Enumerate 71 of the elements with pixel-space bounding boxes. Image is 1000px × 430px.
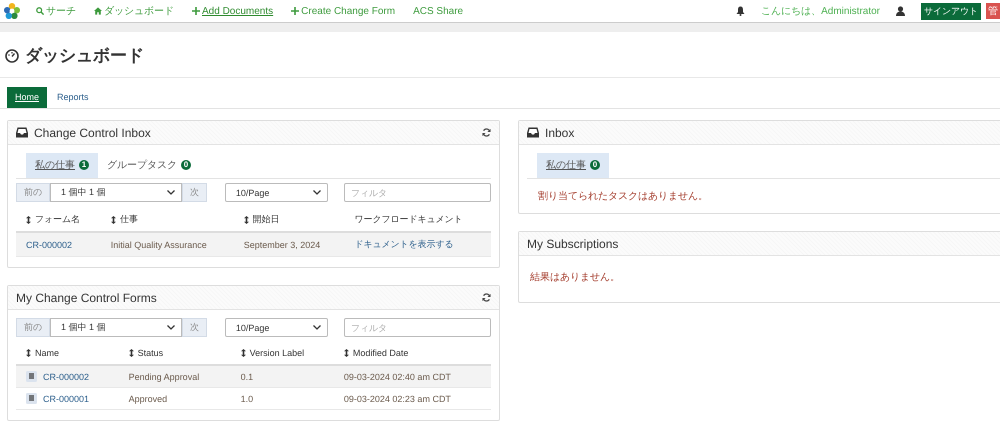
table-cell: Approved [128, 394, 168, 404]
document-icon[interactable] [26, 393, 37, 404]
empty-message: 結果はありません。 [529, 271, 621, 284]
plus-icon [192, 7, 200, 15]
sort-icon [344, 349, 349, 357]
inbox-icon [527, 127, 539, 138]
refresh-icon[interactable] [482, 128, 491, 137]
tab[interactable]: Home [7, 87, 48, 108]
nav-link[interactable]: サーチ [36, 4, 76, 18]
page-title: ダッシュボード [25, 45, 144, 67]
home-icon [94, 7, 102, 15]
sort-icon [244, 216, 249, 224]
nav-link[interactable]: Add Documents [192, 6, 274, 16]
inbox-icon [16, 127, 28, 138]
page-select[interactable]: 1 個中 1 個 [50, 183, 182, 202]
panel-title: Change Control Inbox [34, 126, 151, 140]
column-header[interactable]: Name [26, 348, 60, 358]
search-icon [36, 7, 44, 15]
column-header[interactable]: フォーム名 [26, 213, 80, 226]
column-header[interactable]: 開始日 [244, 213, 280, 226]
caret-icon [166, 325, 175, 330]
count-badge: 1 [79, 160, 89, 170]
nav-link[interactable]: ダッシュボード [94, 4, 174, 18]
greeting-text: こんにちは、Administrator [761, 5, 880, 18]
page-size-select[interactable]: 10/Page [224, 318, 328, 337]
table-cell: 0.1 [240, 372, 254, 382]
table-cell: September 3, 2024 [244, 240, 320, 250]
column-header[interactable]: Modified Date [344, 348, 408, 358]
document-icon[interactable] [26, 371, 37, 382]
user-icon[interactable] [896, 6, 905, 16]
panel-title: My Subscriptions [527, 236, 618, 250]
sort-icon [26, 216, 31, 224]
refresh-icon[interactable] [482, 293, 491, 302]
sort-icon [128, 349, 134, 357]
gauge-icon [5, 48, 19, 62]
nav-link[interactable]: Create Change Form [291, 6, 396, 16]
subtab[interactable]: 私の仕事 1 [26, 153, 98, 178]
subtab[interactable]: グループタスク 0 [98, 153, 200, 178]
panel-title: Inbox [545, 126, 574, 140]
filter-field[interactable]: フィルタ [344, 318, 491, 337]
subtab[interactable]: 私の仕事 0 [537, 153, 609, 178]
admin-button[interactable]: 管 [986, 3, 1000, 19]
count-badge: 0 [181, 160, 191, 170]
column-header[interactable]: Version Label [240, 348, 304, 358]
empty-message: 割り当てられたタスクはありません。 [537, 190, 709, 203]
page-size-select[interactable]: 10/Page [224, 183, 328, 202]
caret-icon [313, 325, 322, 330]
sort-icon [240, 349, 246, 357]
sort-icon [110, 216, 116, 224]
column-header[interactable]: 仕事 [110, 213, 138, 226]
table-cell: 09-03-2024 02:23 am CDT [344, 394, 451, 404]
column-header[interactable]: Status [128, 348, 164, 358]
sign-out-button[interactable]: サインアウト [921, 2, 981, 20]
count-badge: 0 [590, 160, 600, 170]
plus-icon [291, 7, 300, 15]
filter-field[interactable]: フィルタ [344, 183, 491, 202]
caret-icon [313, 190, 322, 195]
table-cell: 09-03-2024 02:40 am CDT [344, 372, 451, 382]
bell-icon[interactable] [736, 6, 746, 16]
nav-link[interactable]: ACS Share [413, 6, 464, 16]
tab[interactable]: Reports [49, 87, 97, 108]
sort-icon [26, 349, 31, 357]
panel-title: My Change Control Forms [16, 290, 157, 304]
logo-icon [4, 3, 20, 19]
column-header: ワークフロードキュメント [354, 213, 462, 226]
table-cell: 1.0 [240, 394, 254, 404]
table-cell: Pending Approval [128, 372, 200, 382]
page-select[interactable]: 1 個中 1 個 [50, 318, 182, 337]
caret-icon [166, 190, 175, 195]
table-link[interactable]: CR-000001 [43, 394, 90, 404]
table-cell: Initial Quality Assurance [110, 240, 207, 250]
